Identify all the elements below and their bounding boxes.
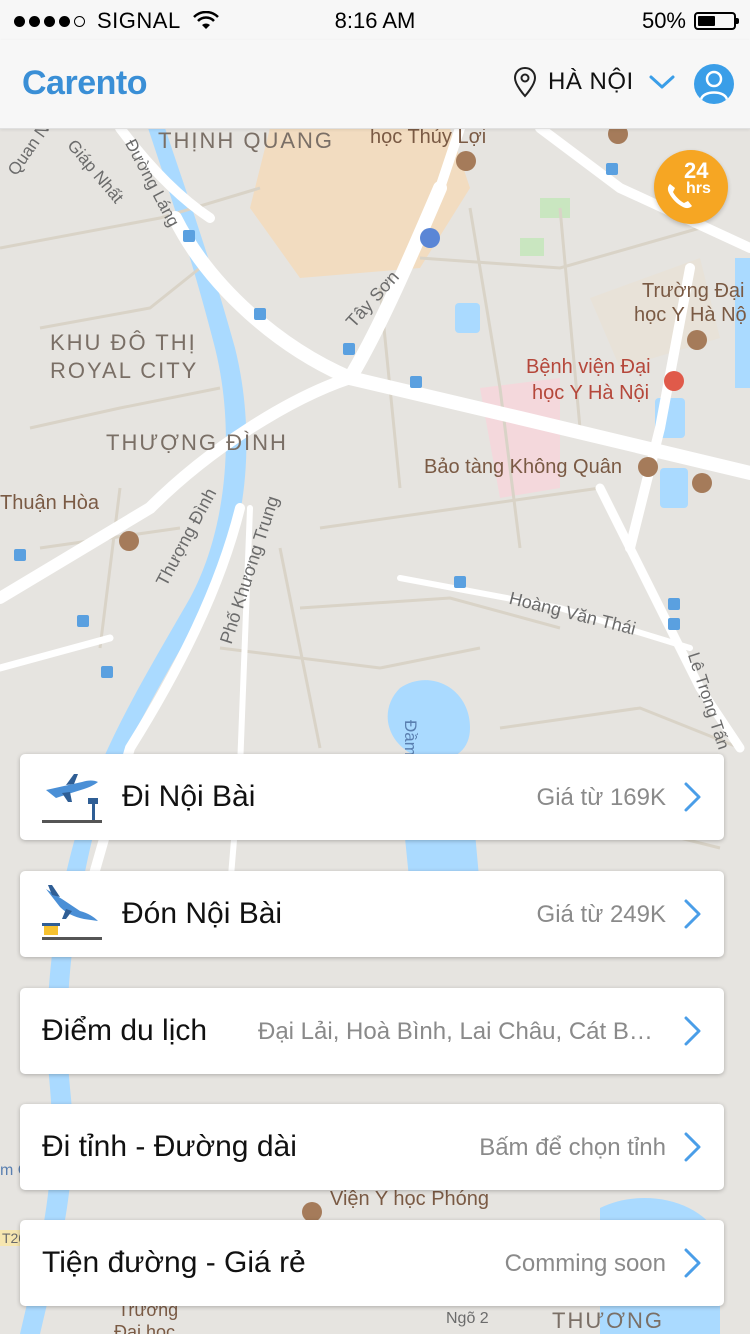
map-label: Bảo tàng Không Quân — [424, 456, 622, 478]
map-label: Trường Đại — [642, 280, 745, 302]
service-subtitle: Đại Lải, Hoà Bình, Lai Châu, Cát Bà, Sap… — [258, 1018, 666, 1045]
city-name: HÀ NỘI — [548, 68, 634, 95]
user-avatar-icon[interactable] — [694, 64, 734, 104]
location-pin-icon — [513, 66, 537, 98]
map-label: THƯỢNG ĐÌNH — [106, 430, 288, 455]
chevron-right-icon — [684, 899, 701, 929]
service-title: Điểm du lịch — [42, 1014, 208, 1047]
service-title: Đi Nội Bài — [122, 780, 256, 813]
map-label: Ngõ 2 — [446, 1310, 489, 1327]
airplane-arrival-icon — [42, 885, 102, 940]
chevron-right-icon — [684, 1248, 701, 1278]
chevron-right-icon — [684, 1132, 701, 1162]
chevron-down-icon — [649, 75, 675, 89]
map-label: Đại học — [114, 1322, 176, 1334]
map-label: THỊNH QUANG — [158, 128, 334, 153]
hotline-button[interactable]: 24 hrs — [654, 150, 728, 224]
map-label: ROYAL CITY — [50, 358, 199, 383]
map-label: học Y Hà Nộ — [634, 304, 747, 326]
service-title: Đón Nội Bài — [122, 897, 283, 930]
app-logo: Carento — [22, 64, 147, 102]
battery-icon — [694, 12, 739, 30]
app-header: Carento HÀ NỘI — [0, 40, 750, 129]
map-label: THƯƠNG — [552, 1308, 664, 1333]
service-subtitle: Giá từ 249K — [536, 901, 666, 928]
map-label: Viện Y học Phóng — [330, 1188, 490, 1210]
service-title: Tiện đường - Giá rẻ — [42, 1246, 306, 1279]
status-bar: SIGNAL 8:16 AM 50% — [0, 0, 750, 40]
service-card-di-tinh[interactable]: Đi tỉnh - Đường dài Bấm để chọn tỉnh — [20, 1104, 724, 1190]
chevron-right-icon — [684, 782, 701, 812]
map-label: KHU ĐÔ THỊ — [50, 330, 197, 355]
service-card-don-noi-bai[interactable]: Đón Nội Bài Giá từ 249K — [20, 871, 724, 957]
phone-icon — [667, 184, 692, 209]
battery-percentage: 50% — [641, 8, 686, 33]
map-label: Đầm — [401, 720, 420, 756]
map-label: học Y Hà Nội — [532, 382, 650, 404]
service-subtitle: Comming soon — [504, 1250, 666, 1277]
service-card-diem-du-lich[interactable]: Điểm du lịch Đại Lải, Hoà Bình, Lai Châu… — [20, 988, 724, 1074]
city-selector[interactable]: HÀ NỘI — [512, 66, 676, 98]
map-label: học Thủy Lợi — [370, 128, 487, 148]
map-label: Thuận Hòa — [0, 492, 99, 514]
service-card-di-noi-bai[interactable]: Đi Nội Bài Giá từ 169K — [20, 754, 724, 840]
map-label: Bệnh viện Đại — [526, 356, 651, 378]
service-title: Đi tỉnh - Đường dài — [42, 1130, 297, 1163]
clock: 8:16 AM — [334, 8, 416, 33]
airplane-departure-icon — [42, 774, 102, 823]
service-subtitle: Bấm để chọn tỉnh — [479, 1134, 666, 1161]
chevron-right-icon — [684, 1016, 701, 1046]
service-subtitle: Giá từ 169K — [536, 784, 666, 811]
service-card-tien-duong[interactable]: Tiện đường - Giá rẻ Comming soon — [20, 1220, 724, 1306]
